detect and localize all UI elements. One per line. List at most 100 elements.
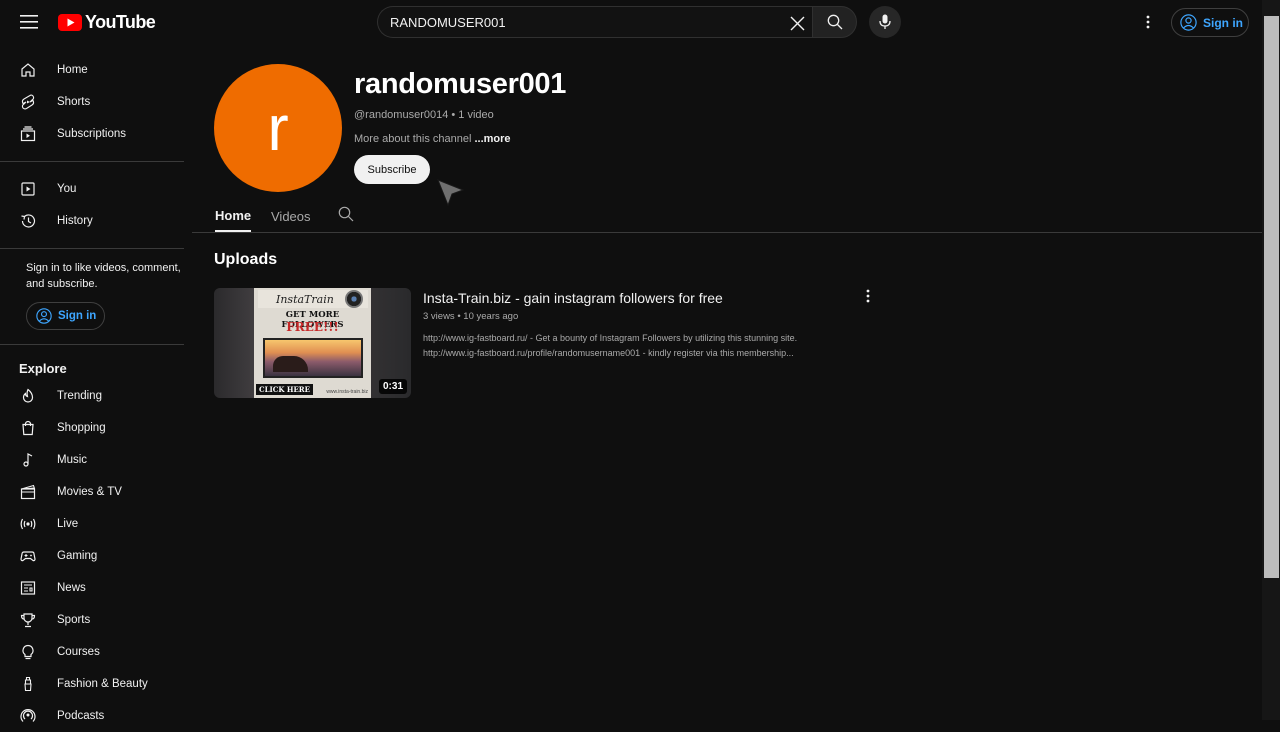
uploads-heading: Uploads <box>214 251 278 268</box>
video-meta: 3 views • 10 years ago <box>423 311 519 322</box>
description-line: http://www.ig-fastboard.ru/ - Get a boun… <box>423 333 798 343</box>
sidebar-item-label: Courses <box>57 646 100 658</box>
top-bar: YouTube RANDOMUSER001 Sign in <box>0 0 1262 44</box>
channel-meta: @randomuser0014 • 1 video <box>354 109 494 121</box>
sidebar-item-label: News <box>57 582 86 594</box>
sign-in-button[interactable]: Sign in <box>1171 8 1249 37</box>
youtube-play-icon <box>58 14 82 31</box>
tab-videos[interactable]: Videos <box>271 200 311 232</box>
voice-search-button[interactable] <box>869 6 901 38</box>
live-icon <box>19 515 37 533</box>
video-title[interactable]: Insta-Train.biz - gain instagram followe… <box>423 290 723 306</box>
home-icon <box>19 61 37 79</box>
search-input[interactable]: RANDOMUSER001 <box>377 6 812 38</box>
sidebar-item-label: Sports <box>57 614 91 626</box>
channel-avatar: r <box>214 64 342 192</box>
sidebar-item-label: You <box>57 183 77 195</box>
sign-in-prompt: Sign in to like videos, comment, and sub… <box>26 262 181 290</box>
poster-cta: CLICK HERE <box>256 384 313 395</box>
sign-in-label: Sign in <box>1203 15 1243 30</box>
poster-sunset-image <box>263 338 363 378</box>
sidebar-item-label: Shopping <box>57 422 106 434</box>
trending-icon <box>19 387 37 405</box>
video-description: http://www.ig-fastboard.ru/ - Get a boun… <box>423 331 833 361</box>
search-button[interactable] <box>812 6 857 38</box>
shorts-icon <box>19 93 37 111</box>
podcasts-icon <box>19 707 37 725</box>
channel-search-button[interactable] <box>338 206 354 222</box>
video-menu-button[interactable] <box>860 288 876 304</box>
more-link[interactable]: ...more <box>474 133 510 145</box>
sidebar-item-label: Movies & TV <box>57 486 122 498</box>
music-icon <box>19 451 37 469</box>
sidebar-item-label: Home <box>57 64 88 76</box>
search-query: RANDOMUSER001 <box>390 14 506 30</box>
tab-home[interactable]: Home <box>215 200 252 232</box>
sidebar-item-shorts[interactable]: Shorts <box>0 86 184 118</box>
poster-free: FREE!!! <box>286 320 339 334</box>
hamburger-icon <box>20 15 38 29</box>
sidebar-item-label: Fashion & Beauty <box>57 678 148 690</box>
logo-text: YouTube <box>85 12 156 32</box>
video-duration: 0:31 <box>378 379 407 394</box>
sidebar-divider <box>0 161 184 162</box>
sidebar-item-courses[interactable]: Courses <box>0 636 184 668</box>
camera-lens-icon <box>345 290 363 308</box>
sidebar-item-label: Music <box>57 454 88 466</box>
channel-tabs: Home Videos <box>192 200 1262 233</box>
sidebar-divider <box>0 344 184 345</box>
more-vertical-icon <box>1146 15 1150 29</box>
search-icon <box>338 206 354 222</box>
sidebar-item-label: Podcasts <box>57 710 105 722</box>
scrollbar-thumb[interactable] <box>1264 16 1279 578</box>
sidebar-item-trending[interactable]: Trending <box>0 380 184 412</box>
fashion-icon <box>19 675 37 693</box>
gaming-icon <box>19 547 37 565</box>
video-thumbnail[interactable]: InstaTrain GET MORE FOLLOWERS FREE!!! CL… <box>214 288 411 398</box>
sidebar-item-subscriptions[interactable]: Subscriptions <box>0 118 184 150</box>
sidebar-sign-in-button[interactable]: Sign in <box>26 302 105 330</box>
video-views: 3 views <box>423 311 455 322</box>
account-icon <box>36 308 52 324</box>
subscribe-button[interactable]: Subscribe <box>354 155 430 184</box>
sidebar-item-you[interactable]: You <box>0 173 184 205</box>
news-icon <box>19 579 37 597</box>
sidebar-item-history[interactable]: History <box>0 205 184 237</box>
video-age: 10 years ago <box>463 311 519 322</box>
sports-icon <box>19 611 37 629</box>
account-icon <box>1180 14 1197 31</box>
sidebar-item-label: Subscriptions <box>57 128 127 140</box>
channel-name: randomuser001 <box>354 68 567 100</box>
sidebar-item-shopping[interactable]: Shopping <box>0 412 184 444</box>
movies-icon <box>19 483 37 501</box>
channel-about[interactable]: More about this channel ...more <box>354 133 511 145</box>
sidebar-item-gaming[interactable]: Gaming <box>0 540 184 572</box>
sidebar-item-home[interactable]: Home <box>0 54 184 86</box>
sidebar: Home Shorts Subscriptions You History Si… <box>0 54 184 722</box>
sidebar-item-news[interactable]: News <box>0 572 184 604</box>
sidebar-item-live[interactable]: Live <box>0 508 184 540</box>
sidebar-item-label: Live <box>57 518 79 530</box>
settings-more-button[interactable] <box>1136 10 1160 34</box>
subscriptions-icon <box>19 125 37 143</box>
explore-heading: Explore <box>19 360 67 376</box>
sidebar-item-sports[interactable]: Sports <box>0 604 184 636</box>
microphone-icon <box>879 14 891 29</box>
sidebar-item-music[interactable]: Music <box>0 444 184 476</box>
clear-search-button[interactable] <box>786 12 808 34</box>
video-item: InstaTrain GET MORE FOLLOWERS FREE!!! CL… <box>214 288 884 398</box>
sidebar-item-podcasts[interactable]: Podcasts <box>0 700 184 732</box>
search-box: RANDOMUSER001 <box>377 6 857 38</box>
poster-url: www.insta-train.biz <box>326 389 368 395</box>
menu-button[interactable] <box>14 7 44 37</box>
search-icon <box>827 14 842 30</box>
shopping-icon <box>19 419 37 437</box>
sidebar-item-movies-tv[interactable]: Movies & TV <box>0 476 184 508</box>
sidebar-divider <box>0 248 184 249</box>
youtube-logo[interactable]: YouTube <box>58 12 156 33</box>
sidebar-item-label: Shorts <box>57 96 91 108</box>
sidebar-item-fashion-beauty[interactable]: Fashion & Beauty <box>0 668 184 700</box>
sidebar-item-label: History <box>57 215 93 227</box>
description-line: http://www.ig-fastboard.ru/profile/rando… <box>423 348 794 358</box>
history-icon <box>19 212 37 230</box>
